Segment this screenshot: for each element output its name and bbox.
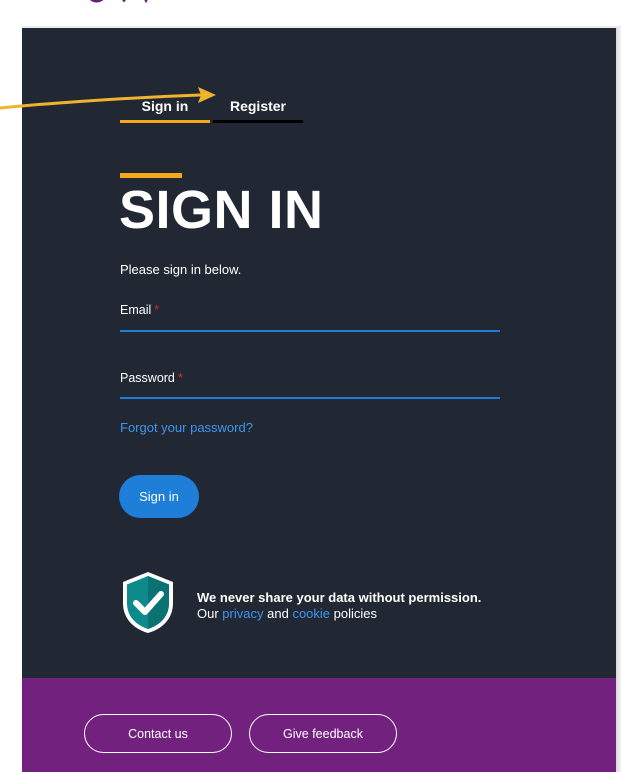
cookie-link[interactable]: cookie: [292, 606, 330, 621]
privacy-prefix: Our: [197, 606, 219, 621]
privacy-suffix: policies: [333, 606, 377, 621]
privacy-headline: We never share your data without permiss…: [197, 590, 482, 605]
email-input[interactable]: [120, 330, 500, 332]
intro-text: Please sign in below.: [120, 262, 242, 277]
password-field-label: Password *: [120, 371, 183, 385]
privacy-and: and: [267, 606, 289, 621]
arrow-pointer-icon: [0, 87, 216, 110]
panel-edge-shadow: [616, 28, 621, 772]
top-header-strip: [0, 0, 621, 28]
forgot-password-link[interactable]: Forgot your password?: [120, 420, 253, 435]
email-field-label: Email *: [120, 303, 159, 317]
page-title: SIGN IN: [119, 180, 324, 240]
required-marker: *: [154, 303, 160, 317]
privacy-link[interactable]: privacy: [222, 606, 263, 621]
sign-in-button[interactable]: Sign in: [119, 475, 199, 518]
email-label-text: Email: [120, 303, 152, 317]
required-marker: *: [177, 371, 183, 385]
shield-check-icon: [123, 572, 173, 633]
give-feedback-button[interactable]: Give feedback: [249, 714, 397, 753]
privacy-notice: We never share your data without permiss…: [197, 590, 481, 622]
sign-in-panel: [22, 28, 616, 678]
password-label-text: Password: [120, 371, 175, 385]
contact-us-button[interactable]: Contact us: [84, 714, 232, 753]
password-input[interactable]: [120, 397, 500, 399]
logo: [89, 0, 148, 4]
